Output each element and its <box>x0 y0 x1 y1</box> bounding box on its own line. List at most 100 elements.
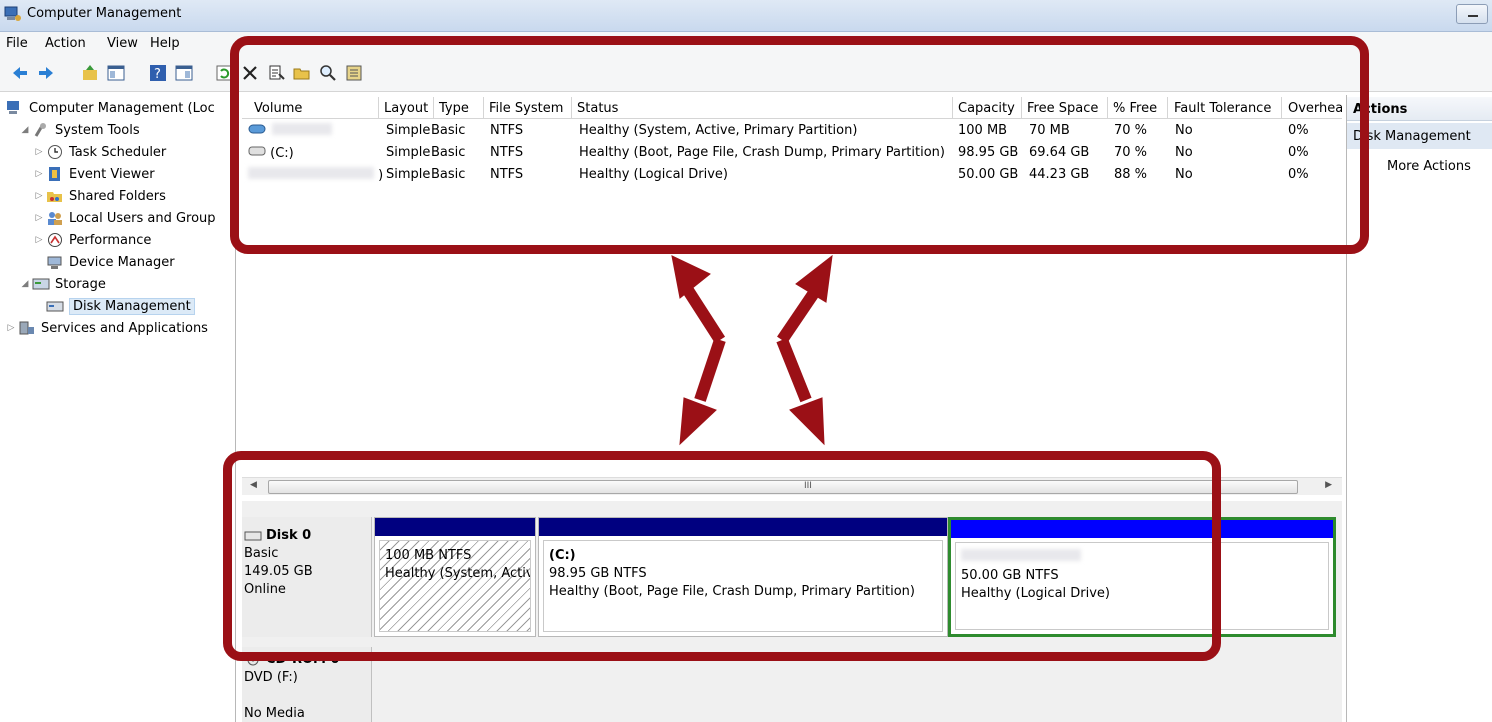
cell-free-space: 69.64 GB <box>1029 145 1090 160</box>
help-icon[interactable]: ? <box>148 63 168 83</box>
tree-item-shared-folders[interactable]: ▷ Shared Folders <box>32 185 166 207</box>
disk-state: Online <box>244 582 286 597</box>
column-fault-tolerance[interactable]: Fault Tolerance <box>1174 101 1271 116</box>
cell-percent-free: 70 % <box>1114 145 1148 160</box>
cell-file-system: NTFS <box>490 145 524 160</box>
tree-item-label: System Tools <box>55 122 140 138</box>
collapsed-icon[interactable]: ▷ <box>32 213 46 223</box>
cell-free-space: 44.23 GB <box>1029 167 1090 182</box>
partition-system-reserved[interactable]: 100 MB NTFS Healthy (System, Activ <box>374 517 536 637</box>
forward-icon[interactable] <box>36 63 56 83</box>
tree-item-disk-management[interactable]: Disk Management <box>46 295 195 317</box>
actions-pane: Actions Disk Management More Actions <box>1346 95 1492 722</box>
volume-icon <box>248 124 266 134</box>
cell-status: Healthy (System, Active, Primary Partiti… <box>579 123 858 138</box>
show-hide-console-tree-icon[interactable] <box>106 63 126 83</box>
disk-management-pane: Volume Layout Type File System Status Ca… <box>242 95 1342 722</box>
partition-logical-drive[interactable]: 50.00 GB NTFS Healthy (Logical Drive) <box>948 517 1336 637</box>
cdrom-media: No Media <box>244 706 305 721</box>
table-row[interactable]: ) Simple Basic NTFS Healthy (Logical Dri… <box>242 165 1342 187</box>
column-layout[interactable]: Layout <box>384 101 428 116</box>
disk-type: Basic <box>244 546 279 561</box>
tree-item-local-users[interactable]: ▷ Local Users and Group <box>32 207 216 229</box>
scrollbar-thumb[interactable]: III <box>268 480 1298 494</box>
tree-item-device-manager[interactable]: Device Manager <box>46 251 175 273</box>
tree-item-label: Device Manager <box>69 254 175 270</box>
volume-name: (C:) <box>248 145 294 161</box>
cell-fault-tolerance: No <box>1175 123 1193 138</box>
shared-folder-icon <box>47 192 62 202</box>
partition-c-drive[interactable]: (C:) 98.95 GB NTFS Healthy (Boot, Page F… <box>538 517 948 637</box>
cell-free-space: 70 MB <box>1029 123 1070 138</box>
tree-item-services[interactable]: ▷ Services and Applications <box>4 317 208 339</box>
open-folder-icon[interactable] <box>292 63 312 83</box>
cdrom-0-info[interactable]: CD-ROM 0 DVD (F:) No Media <box>242 647 372 722</box>
menu-help[interactable]: Help <box>150 36 180 51</box>
tools-icon <box>34 123 46 137</box>
actions-section-disk-management[interactable]: Disk Management <box>1347 123 1492 149</box>
cell-overhead: 0% <box>1288 167 1309 182</box>
column-overhead[interactable]: Overhea <box>1288 101 1342 116</box>
scroll-right-icon[interactable]: ▶ <box>1325 480 1332 490</box>
expanded-icon[interactable]: ◢ <box>18 125 32 135</box>
table-row[interactable]: Simple Basic NTFS Healthy (System, Activ… <box>242 121 1342 143</box>
toolbar: ? <box>0 56 1492 92</box>
cell-layout: Simple <box>386 167 431 182</box>
tree-item-task-scheduler[interactable]: ▷ Task Scheduler <box>32 141 167 163</box>
cell-status: Healthy (Logical Drive) <box>579 167 729 182</box>
cell-overhead: 0% <box>1288 123 1309 138</box>
column-file-system[interactable]: File System <box>489 101 563 116</box>
tree-item-label: Task Scheduler <box>69 144 167 160</box>
disk-0-info[interactable]: Disk 0 Basic 149.05 GB Online <box>242 517 372 637</box>
menu-action[interactable]: Action <box>45 36 86 51</box>
scrollbar-grip: III <box>804 481 812 491</box>
table-row[interactable]: (C:) Simple Basic NTFS Healthy (Boot, Pa… <box>242 143 1342 165</box>
device-manager-icon <box>47 256 62 269</box>
properties-icon[interactable] <box>266 63 286 83</box>
partition-size: 100 MB NTFS <box>385 548 472 563</box>
collapsed-icon[interactable]: ▷ <box>32 169 46 179</box>
drive-icon <box>248 146 266 156</box>
column-volume[interactable]: Volume <box>254 101 302 116</box>
column-percent-free[interactable]: % Free <box>1113 101 1157 116</box>
tree-item-performance[interactable]: ▷ Performance <box>32 229 152 251</box>
tree-item-event-viewer[interactable]: ▷ Event Viewer <box>32 163 155 185</box>
horizontal-scrollbar[interactable]: ◀ III ▶ <box>242 477 1342 495</box>
column-free-space[interactable]: Free Space <box>1027 101 1098 116</box>
svg-text:?: ? <box>154 67 161 82</box>
menu-file[interactable]: File <box>6 36 28 51</box>
disk-size: 149.05 GB <box>244 564 313 579</box>
minimize-button[interactable] <box>1456 4 1488 24</box>
cell-file-system: NTFS <box>490 167 524 182</box>
cell-capacity: 98.95 GB <box>958 145 1019 160</box>
settings-icon[interactable] <box>344 63 364 83</box>
collapsed-icon[interactable]: ▷ <box>4 323 18 333</box>
column-type[interactable]: Type <box>439 101 469 116</box>
back-icon[interactable] <box>10 63 30 83</box>
up-folder-icon[interactable] <box>80 63 100 83</box>
collapsed-icon[interactable]: ▷ <box>32 147 46 157</box>
menu-view[interactable]: View <box>107 36 138 51</box>
column-capacity[interactable]: Capacity <box>958 101 1015 116</box>
tree-item-root[interactable]: Computer Management (Loc <box>6 97 215 119</box>
show-hide-action-pane-icon[interactable] <box>174 63 194 83</box>
refresh-icon[interactable] <box>214 63 234 83</box>
collapsed-icon[interactable]: ▷ <box>32 191 46 201</box>
collapsed-icon[interactable]: ▷ <box>32 235 46 245</box>
column-status[interactable]: Status <box>577 101 618 116</box>
more-actions-link[interactable]: More Actions <box>1387 159 1471 174</box>
cell-fault-tolerance: No <box>1175 145 1193 160</box>
scroll-left-icon[interactable]: ◀ <box>250 480 257 490</box>
primary-partition-bar <box>539 518 947 536</box>
delete-icon[interactable] <box>240 63 260 83</box>
expanded-icon[interactable]: ◢ <box>18 279 32 289</box>
tree-item-label: Services and Applications <box>41 320 208 336</box>
tree-item-system-tools[interactable]: ◢ System Tools <box>18 119 140 141</box>
partition-label: (C:) <box>549 548 576 563</box>
title-bar: Computer Management <box>0 0 1492 32</box>
cdrom-drive: DVD (F:) <box>244 670 298 685</box>
users-icon <box>48 212 62 225</box>
tree-item-storage[interactable]: ◢ Storage <box>18 273 106 295</box>
search-icon[interactable] <box>318 63 338 83</box>
computer-management-icon <box>4 6 21 21</box>
